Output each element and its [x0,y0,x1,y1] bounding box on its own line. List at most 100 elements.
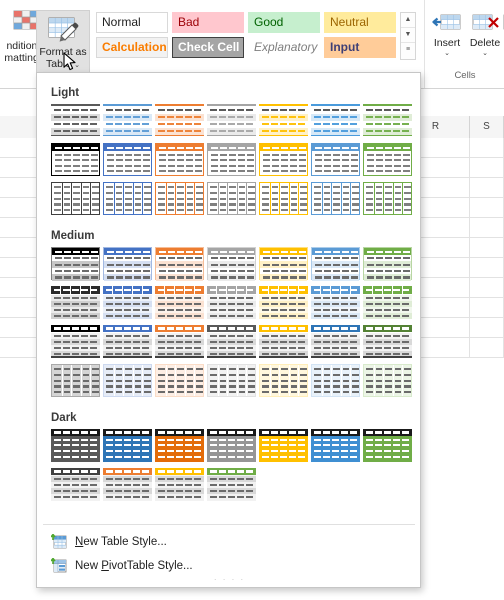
new-pivottable-style-icon [50,557,67,574]
table-style-thumbnail[interactable] [155,429,204,462]
cell-style-input[interactable]: Input [324,37,396,58]
table-style-thumbnail[interactable] [207,104,256,137]
cell-style-check-cell[interactable]: Check Cell [172,37,244,58]
delete-cells-button[interactable]: Delete ⌄ [466,10,504,58]
cell-styles-scrollbar[interactable]: ▲ ▼ ≡ [400,12,416,60]
cell-style-good[interactable]: Good [248,12,320,33]
chevron-down-icon[interactable]: ⌄ [466,50,504,58]
table-style-thumbnail[interactable] [103,286,153,319]
table-style-thumbnail[interactable] [363,429,412,462]
table-style-thumbnail[interactable] [363,247,412,281]
table-style-thumbnail[interactable] [311,286,361,319]
table-style-thumbnail[interactable] [103,468,152,501]
table-style-thumbnail[interactable] [363,286,413,319]
delete-cells-icon [470,12,500,36]
table-style-thumbnail[interactable] [363,143,412,176]
delete-cells-label: Delete [469,37,501,49]
format-as-table-button[interactable]: Format as Table ⌄ [36,10,90,72]
table-style-thumbnail[interactable] [311,143,360,176]
table-style-thumbnail[interactable] [103,182,152,215]
table-style-thumbnail[interactable] [363,182,412,215]
table-style-thumbnail[interactable] [51,468,100,501]
table-style-thumbnail[interactable] [207,429,256,462]
gallery-scroll-up-button[interactable]: ▲ [401,13,415,28]
table-style-thumbnail[interactable] [155,364,204,397]
table-style-thumbnail[interactable] [155,104,204,137]
table-style-thumbnail[interactable] [259,325,308,358]
table-style-thumbnail[interactable] [51,247,100,281]
table-style-thumbnail[interactable] [259,143,308,176]
cell-style-neutral[interactable]: Neutral [324,12,396,33]
cell-style-calculation[interactable]: Calculation [96,37,168,58]
cell-styles-gallery[interactable]: Normal Bad Good Neutral Calculation Check Cel… [96,12,396,60]
table-style-thumbnail[interactable] [259,286,309,319]
grid-cell[interactable] [470,198,504,218]
table-style-thumbnail[interactable] [51,182,100,215]
table-style-thumbnail[interactable] [207,143,256,176]
cell-style-normal[interactable]: Normal [96,12,168,33]
table-style-thumbnail[interactable] [155,468,204,501]
table-style-thumbnail[interactable] [207,468,256,501]
table-style-thumbnail[interactable] [311,325,360,358]
table-style-thumbnail[interactable] [207,325,256,358]
grid-cell[interactable] [470,278,504,298]
table-style-thumbnail[interactable] [103,247,152,281]
table-style-thumbnail[interactable] [51,286,101,319]
table-style-thumbnail[interactable] [103,325,152,358]
table-style-thumbnail[interactable] [103,104,152,137]
table-style-thumbnail[interactable] [155,247,204,281]
grid-cell[interactable] [470,218,504,238]
table-style-thumbnail[interactable] [311,182,360,215]
fat-l2-text: Table [46,57,72,70]
grid-cell[interactable] [470,258,504,278]
table-style-thumbnail[interactable] [155,325,204,358]
table-style-thumbnail[interactable] [103,143,152,176]
table-style-thumbnail[interactable] [259,182,308,215]
table-style-thumbnail[interactable] [363,364,412,397]
grid-cell[interactable] [470,298,504,318]
table-style-thumbnail[interactable] [311,429,360,462]
table-style-thumbnail[interactable] [155,143,204,176]
table-style-thumbnail[interactable] [155,286,205,319]
table-style-thumbnail[interactable] [259,247,308,281]
table-style-thumbnail[interactable] [363,104,412,137]
gallery-scroll-down-button[interactable]: ▼ [401,28,415,43]
table-style-thumbnail[interactable] [51,364,100,397]
table-style-thumbnail[interactable] [311,247,360,281]
grid-cell[interactable] [470,178,504,198]
new-table-style-menu-item[interactable]: New Table Style... [43,530,415,554]
grid-cell[interactable] [470,238,504,258]
table-style-thumbnail[interactable] [51,104,100,137]
table-style-thumbnail[interactable] [259,364,308,397]
table-style-thumbnail[interactable] [103,429,152,462]
grid-cell[interactable] [470,338,504,358]
gallery-more-button[interactable]: ≡ [401,43,415,58]
table-style-thumbnail[interactable] [51,325,100,358]
chevron-down-icon[interactable]: ⌄ [428,50,466,58]
table-style-thumbnail[interactable] [207,247,256,281]
table-style-thumbnail[interactable] [207,182,256,215]
table-style-thumbnail[interactable] [155,182,204,215]
column-header-S[interactable]: S [470,116,504,138]
grid-cell[interactable] [470,318,504,338]
table-style-thumbnail[interactable] [311,364,360,397]
table-style-thumbnail[interactable] [259,429,308,462]
cell-style-bad[interactable]: Bad [172,12,244,33]
chevron-down-icon[interactable]: ⌄ [74,62,80,69]
insert-cells-button[interactable]: Insert ⌄ [428,10,466,58]
table-style-thumbnail[interactable] [207,286,257,319]
grid-cell[interactable] [470,138,504,158]
table-style-thumbnail[interactable] [51,143,100,176]
label-post: ivotTable Style... [108,560,193,572]
table-style-thumbnail[interactable] [207,364,256,397]
cell-style-explanatory[interactable]: Explanatory ... [248,37,320,58]
table-style-thumbnail[interactable] [311,104,360,137]
grid-cell[interactable] [470,158,504,178]
dropdown-resize-grip[interactable]: · · · · [37,575,420,584]
table-style-thumbnail[interactable] [51,429,100,462]
table-style-thumbnail[interactable] [259,104,308,137]
format-as-table-dropdown[interactable]: Light Medium Dark New Table Style... New… [36,72,421,588]
table-style-thumbnail[interactable] [103,364,152,397]
table-style-thumbnail[interactable] [363,325,412,358]
dropdown-separator [43,524,415,525]
